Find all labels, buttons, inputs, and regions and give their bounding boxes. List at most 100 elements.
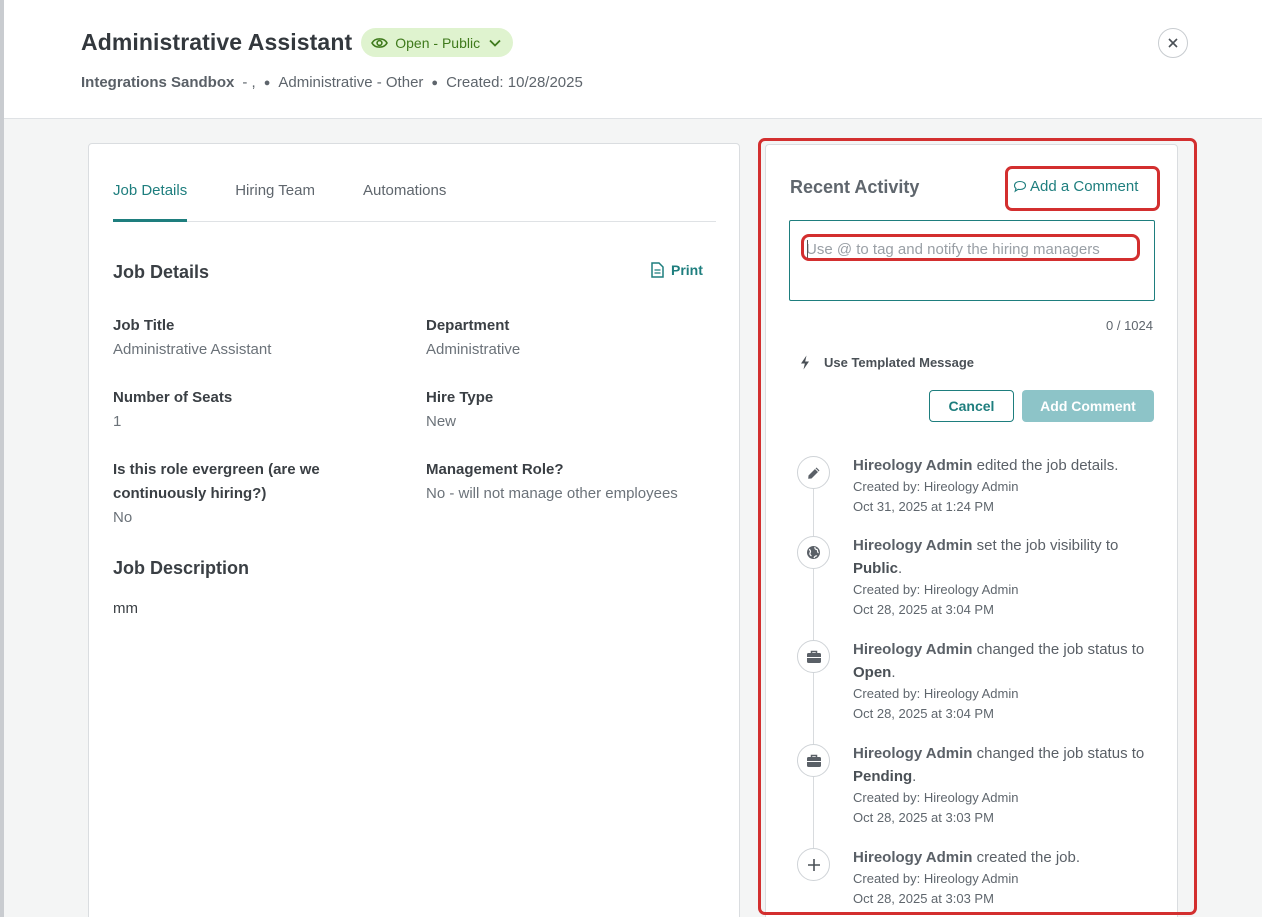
- timeline-icon: [797, 744, 830, 777]
- activity-tail: .: [912, 768, 917, 785]
- field-value: New: [426, 413, 457, 430]
- status-label: Open - Public: [395, 34, 481, 51]
- briefcase-icon: [806, 754, 821, 767]
- activity-created-by: Created by: Hireology Admin: [853, 686, 1019, 701]
- activity-actor: Hireology Admin: [853, 745, 973, 762]
- job-meta: Integrations Sandbox - , ● Administrativ…: [81, 74, 583, 91]
- activity-timestamp: Oct 28, 2025 at 3:03 PM: [853, 810, 994, 825]
- field-department: Department Administrative: [426, 314, 706, 362]
- activity-created-by: Created by: Hireology Admin: [853, 479, 1019, 494]
- activity-timestamp: Oct 28, 2025 at 3:04 PM: [853, 602, 994, 617]
- timeline-icon: [797, 536, 830, 569]
- field-label: Number of Seats: [113, 389, 233, 406]
- activity-text: Hireology Admin edited the job details.: [853, 454, 1158, 477]
- activity-emphasis: Open: [853, 664, 892, 681]
- job-description: mm: [113, 600, 138, 617]
- activity-actor: Hireology Admin: [853, 641, 973, 658]
- close-icon: [1168, 38, 1178, 48]
- timeline-icon: [797, 848, 830, 881]
- use-templated-message-button[interactable]: Use Templated Message: [800, 355, 974, 370]
- activity-text: Hireology Admin set the job visibility t…: [853, 534, 1158, 580]
- activity-actor: Hireology Admin: [853, 849, 973, 866]
- field-value: 1: [113, 413, 122, 430]
- add-comment-button[interactable]: Add Comment: [1022, 390, 1154, 422]
- print-label: Print: [671, 262, 703, 278]
- field-label: Is this role evergreen (are we continuou…: [113, 461, 320, 502]
- activity-actor: Hireology Admin: [853, 457, 973, 474]
- text-caret: [807, 240, 808, 258]
- activity-tail: .: [891, 664, 896, 681]
- pencil-icon: [807, 467, 819, 479]
- activity-item: Hireology Admin changed the job status t…: [853, 638, 1158, 724]
- field-hire-type: Hire Type New: [426, 386, 706, 434]
- activity-item: Hireology Admin created the job. Created…: [853, 846, 1158, 909]
- separator-dot: ●: [263, 76, 271, 89]
- job-header: Administrative Assistant Open - Public I…: [4, 0, 1262, 119]
- activity-timestamp: Oct 28, 2025 at 3:03 PM: [853, 891, 994, 906]
- cancel-button[interactable]: Cancel: [929, 390, 1014, 422]
- tab-automations[interactable]: Automations: [363, 182, 446, 221]
- field-job-title: Job Title Administrative Assistant: [113, 314, 353, 362]
- field-value: No - will not manage other employees: [426, 485, 678, 502]
- activity-text: Hireology Admin created the job.: [853, 846, 1158, 869]
- activity-emphasis: Pending: [853, 768, 913, 785]
- activity-item: Hireology Admin edited the job details. …: [853, 454, 1158, 517]
- activity-actor: Hireology Admin: [853, 537, 973, 554]
- globe-icon: [807, 546, 820, 559]
- tab-hiring-team[interactable]: Hiring Team: [235, 182, 315, 221]
- activity-text: Hireology Admin changed the job status t…: [853, 742, 1158, 788]
- field-value: No: [113, 509, 133, 526]
- lightning-icon: [801, 355, 809, 370]
- plus-icon: [807, 858, 820, 871]
- activity-timestamp: Oct 31, 2025 at 1:24 PM: [853, 499, 994, 514]
- timeline-icon: [797, 456, 830, 489]
- eye-icon: [371, 37, 389, 48]
- tab-job-details[interactable]: Job Details: [113, 182, 188, 222]
- print-button[interactable]: Print: [651, 262, 703, 278]
- field-value: Administrative Assistant: [113, 341, 272, 358]
- activity-text: Hireology Admin changed the job status t…: [853, 638, 1158, 684]
- separator-dot: ●: [431, 76, 439, 89]
- activity-item: Hireology Admin changed the job status t…: [853, 742, 1158, 828]
- status-dropdown[interactable]: Open - Public: [361, 28, 514, 57]
- activity-item: Hireology Admin set the job visibility t…: [853, 534, 1158, 620]
- title-row: Administrative Assistant Open - Public: [81, 28, 514, 57]
- chevron-down-icon: [489, 39, 501, 47]
- section-title: Job Details: [113, 262, 210, 282]
- activity-created-by: Created by: Hireology Admin: [853, 582, 1019, 597]
- recent-activity-panel: Recent Activity Add a Comment 0 / 1024 U…: [765, 144, 1178, 917]
- created-date: Created: 10/28/2025: [446, 74, 583, 91]
- activity-created-by: Created by: Hireology Admin: [853, 790, 1019, 805]
- char-count: 0 / 1024: [1106, 318, 1153, 333]
- activity-title: Recent Activity: [790, 177, 920, 197]
- field-label: Management Role?: [426, 461, 564, 478]
- activity-emphasis: Public: [853, 560, 899, 577]
- close-button[interactable]: [1158, 28, 1188, 58]
- field-label: Job Title: [113, 317, 175, 334]
- activity-tail: .: [898, 560, 903, 577]
- comment-box[interactable]: [789, 220, 1155, 301]
- page-title: Administrative Assistant: [81, 29, 353, 55]
- job-category: Administrative - Other: [278, 74, 424, 91]
- comment-input[interactable]: [806, 238, 1136, 260]
- briefcase-icon: [806, 650, 821, 663]
- add-comment-label: Add a Comment: [1030, 178, 1139, 195]
- field-label: Department: [426, 317, 510, 334]
- activity-action: edited the job details.: [976, 457, 1119, 474]
- field-management-role: Management Role? No - will not manage ot…: [426, 458, 716, 506]
- job-details-card: Job Details Hiring Team Automations Job …: [88, 143, 740, 917]
- activity-action: set the job visibility to: [976, 537, 1119, 554]
- org-name: Integrations Sandbox: [81, 74, 235, 91]
- window-edge: [0, 0, 4, 917]
- timeline-icon: [797, 640, 830, 673]
- activity-created-by: Created by: Hireology Admin: [853, 871, 1019, 886]
- add-comment-link[interactable]: Add a Comment: [1013, 178, 1138, 195]
- activity-timestamp: Oct 28, 2025 at 3:04 PM: [853, 706, 994, 721]
- activity-action: changed the job status to: [976, 641, 1145, 658]
- location-suffix: - ,: [242, 74, 256, 91]
- comment-bubble-icon: [1013, 180, 1027, 193]
- field-evergreen: Is this role evergreen (are we continuou…: [113, 458, 338, 530]
- activity-action: created the job.: [976, 849, 1081, 866]
- templated-label: Use Templated Message: [824, 355, 975, 370]
- activity-action: changed the job status to: [976, 745, 1145, 762]
